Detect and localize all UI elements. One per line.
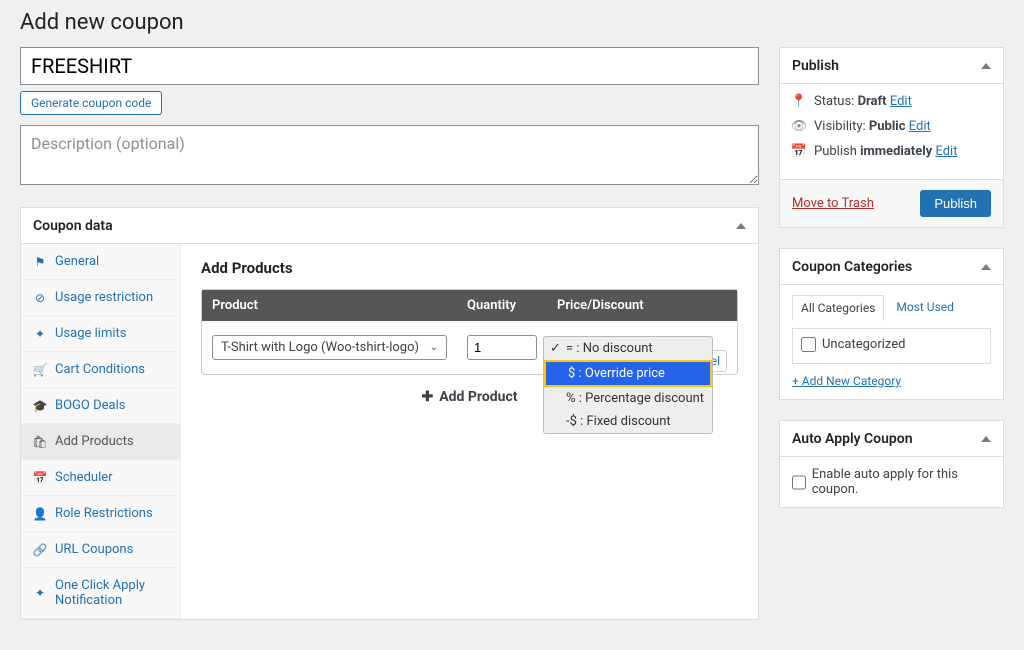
coupon-data-tabs: ⚑ General ⊘ Usage restriction ✦ Usage limit… bbox=[21, 244, 181, 619]
toggle-icon[interactable] bbox=[981, 264, 991, 270]
description-textarea[interactable] bbox=[20, 125, 759, 185]
tab-cart-conditions[interactable]: 🛒 Cart Conditions bbox=[21, 352, 180, 387]
status-label: Status: bbox=[814, 94, 854, 109]
link-icon: 🔗 bbox=[33, 543, 47, 557]
tab-label: One Click Apply Notification bbox=[55, 578, 168, 608]
product-select[interactable]: T-Shirt with Logo (Woo-tshirt-logo) ⌄ bbox=[212, 335, 447, 360]
auto-apply-label: Enable auto apply for this coupon. bbox=[812, 467, 991, 497]
publish-schedule-label: Publish bbox=[814, 144, 857, 159]
plus-icon: ✚ bbox=[422, 389, 434, 405]
cart-icon: 🛒 bbox=[33, 363, 47, 377]
tab-label: General bbox=[55, 254, 99, 269]
product-selected-label: T-Shirt with Logo (Woo-tshirt-logo) bbox=[221, 340, 419, 355]
calendar-icon: 📅 bbox=[33, 471, 47, 485]
category-checkbox[interactable] bbox=[801, 337, 816, 352]
bag-icon: 🛍 bbox=[33, 435, 47, 449]
tab-bogo-deals[interactable]: 🎓 BOGO Deals bbox=[21, 388, 180, 423]
tab-label: Usage restriction bbox=[55, 290, 153, 305]
publish-immediately: immediately bbox=[860, 144, 932, 159]
page-title: Add new coupon bbox=[20, 10, 1004, 35]
tab-most-used[interactable]: Most Used bbox=[888, 295, 962, 321]
tab-usage-restriction[interactable]: ⊘ Usage restriction bbox=[21, 280, 180, 315]
sparkle-icon: ✦ bbox=[33, 327, 47, 341]
visibility-label: Visibility: bbox=[814, 119, 866, 134]
tab-label: Add Products bbox=[55, 434, 134, 449]
tab-add-products[interactable]: 🛍 Add Products bbox=[21, 424, 180, 459]
move-to-trash-link[interactable]: Move to Trash bbox=[792, 196, 874, 211]
flag-icon: ⚑ bbox=[33, 255, 47, 269]
edit-schedule-link[interactable]: Edit bbox=[935, 144, 957, 159]
auto-apply-panel: Auto Apply Coupon Enable auto apply for … bbox=[779, 420, 1004, 508]
edit-visibility-link[interactable]: Edit bbox=[909, 119, 931, 134]
tab-scheduler[interactable]: 📅 Scheduler bbox=[21, 460, 180, 495]
toggle-icon[interactable] bbox=[981, 63, 991, 69]
sparkle-icon: ✦ bbox=[33, 586, 47, 600]
dropdown-option-no-discount[interactable]: = : No discount bbox=[544, 337, 712, 360]
grad-icon: 🎓 bbox=[33, 399, 47, 413]
tab-general[interactable]: ⚑ General bbox=[21, 244, 180, 279]
tab-label: Usage limits bbox=[55, 326, 126, 341]
categories-panel: Coupon Categories All Categories Most Us… bbox=[779, 248, 1004, 400]
add-new-category-link[interactable]: + Add New Category bbox=[792, 374, 901, 388]
th-price-discount: Price/Discount bbox=[547, 290, 737, 321]
tab-label: BOGO Deals bbox=[55, 398, 125, 413]
tab-all-categories[interactable]: All Categories bbox=[792, 295, 884, 321]
chevron-down-icon: ⌄ bbox=[430, 342, 438, 353]
publish-title: Publish bbox=[792, 58, 839, 74]
coupon-data-panel: Coupon data ⚑ General ⊘ Usage restriction … bbox=[20, 207, 759, 620]
table-row: T-Shirt with Logo (Woo-tshirt-logo) ⌄ Ca… bbox=[202, 321, 737, 374]
publish-button[interactable]: Publish bbox=[920, 190, 991, 217]
tab-label: Role Restrictions bbox=[55, 506, 153, 521]
quantity-input[interactable] bbox=[467, 335, 537, 360]
generate-coupon-button[interactable]: Generate coupon code bbox=[20, 91, 162, 115]
toggle-icon[interactable] bbox=[981, 436, 991, 442]
edit-status-link[interactable]: Edit bbox=[890, 94, 912, 109]
dropdown-option-fixed[interactable]: -$ : Fixed discount bbox=[544, 410, 712, 433]
categories-title: Coupon Categories bbox=[792, 259, 912, 275]
dropdown-option-percentage[interactable]: % : Percentage discount bbox=[544, 387, 712, 410]
category-item-uncategorized[interactable]: Uncategorized bbox=[801, 337, 982, 352]
tab-usage-limits[interactable]: ✦ Usage limits bbox=[21, 316, 180, 351]
dropdown-option-override-price[interactable]: $ : Override price bbox=[546, 362, 710, 385]
auto-apply-title: Auto Apply Coupon bbox=[792, 431, 913, 447]
tab-label: URL Coupons bbox=[55, 542, 133, 557]
tab-one-click-apply[interactable]: ✦ One Click Apply Notification bbox=[21, 568, 180, 618]
coupon-data-title: Coupon data bbox=[33, 218, 113, 234]
products-table: Product Quantity Price/Discount T-Shirt … bbox=[201, 289, 738, 375]
category-label: Uncategorized bbox=[822, 337, 905, 352]
th-quantity: Quantity bbox=[457, 290, 547, 321]
key-icon: 📍 bbox=[792, 94, 806, 109]
visibility-value: Public bbox=[869, 119, 906, 134]
add-product-label: Add Product bbox=[439, 389, 517, 405]
publish-panel: Publish 📍 Status: Draft Edit 👁 bbox=[779, 47, 1004, 228]
add-products-heading: Add Products bbox=[201, 259, 738, 277]
eye-icon: 👁 bbox=[792, 119, 806, 134]
coupon-code-input[interactable] bbox=[20, 47, 759, 85]
calendar-icon: 📅 bbox=[792, 144, 806, 159]
status-value: Draft bbox=[858, 94, 887, 109]
tab-label: Cart Conditions bbox=[55, 362, 145, 377]
tab-role-restrictions[interactable]: 👤 Role Restrictions bbox=[21, 496, 180, 531]
tab-label: Scheduler bbox=[55, 470, 113, 485]
th-product: Product bbox=[202, 290, 457, 321]
auto-apply-toggle[interactable]: Enable auto apply for this coupon. bbox=[792, 467, 991, 497]
user-icon: 👤 bbox=[33, 507, 47, 521]
toggle-icon[interactable] bbox=[736, 223, 746, 229]
ban-icon: ⊘ bbox=[33, 291, 47, 305]
tab-url-coupons[interactable]: 🔗 URL Coupons bbox=[21, 532, 180, 567]
auto-apply-checkbox[interactable] bbox=[792, 475, 806, 490]
